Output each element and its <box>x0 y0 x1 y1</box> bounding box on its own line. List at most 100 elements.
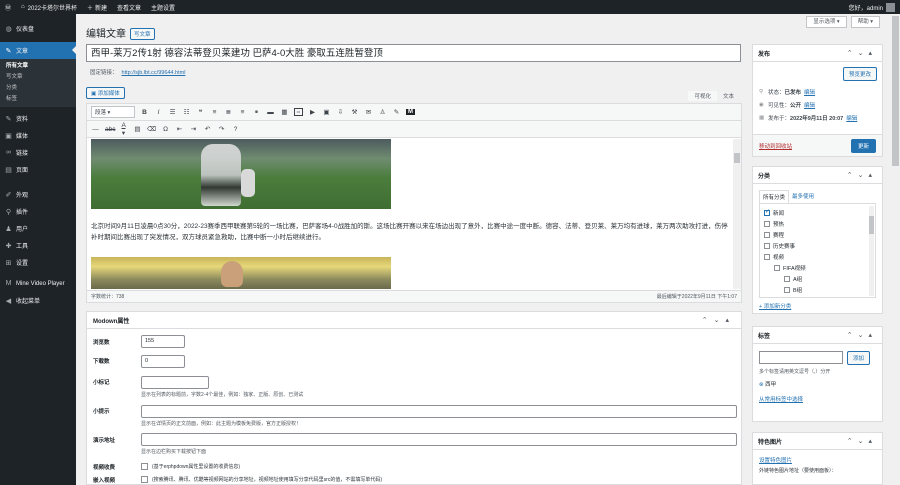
badge-input[interactable] <box>141 376 209 389</box>
move-arrows-icon[interactable]: ⌃⌄▴ <box>702 316 735 324</box>
tags-header[interactable]: 标签 ⌃⌄▴ <box>753 327 882 344</box>
menu-posts[interactable]: ✎ 文章 <box>0 42 76 59</box>
pin-icon[interactable]: ✎ <box>392 108 401 116</box>
checkbox[interactable] <box>764 253 770 260</box>
submenu-tags[interactable]: 标签 <box>0 94 76 105</box>
checkbox[interactable] <box>764 242 770 249</box>
new-content-link[interactable]: ＋新建 <box>82 0 112 14</box>
choose-tags-link[interactable]: 从常用标签中选择 <box>759 397 803 403</box>
tab-popular-categories[interactable]: 最多使用 <box>789 190 817 203</box>
checkbox[interactable] <box>764 231 770 238</box>
hr-icon[interactable]: — <box>91 126 100 133</box>
paste-text-icon[interactable]: ▤ <box>133 125 142 133</box>
page-scrollbar[interactable] <box>891 14 900 485</box>
menu-appearance[interactable]: ✐ 外观 <box>0 186 76 203</box>
checkbox[interactable] <box>784 286 790 293</box>
menu-pages[interactable]: ▤ 页面 <box>0 161 76 178</box>
download-icon[interactable]: ⇩ <box>336 108 345 116</box>
checkbox-checked[interactable] <box>764 208 770 216</box>
bullet-list-icon[interactable]: ☰ <box>168 108 177 116</box>
permalink-url[interactable]: http://sjb.lbt.cc/99644.html <box>122 70 186 76</box>
menu-resources[interactable]: ✎ 资料 <box>0 110 76 127</box>
demo-input[interactable] <box>141 433 737 446</box>
checkbox[interactable] <box>784 275 790 282</box>
screen-options-button[interactable]: 显示选项 ▾ <box>806 16 847 28</box>
checkbox[interactable] <box>141 463 148 471</box>
category-item[interactable]: FIFA视频 <box>764 262 871 273</box>
preview-changes-button[interactable]: 预览更改 <box>842 67 877 81</box>
format-select[interactable]: 段落 ▾ <box>91 106 135 118</box>
scrollbar-thumb[interactable] <box>892 16 899 166</box>
post-image-2[interactable] <box>91 257 391 289</box>
video-fee-row[interactable]: (基于erphpdown属性里设置的收费信息) <box>141 463 240 471</box>
wordpress-icon[interactable]: Ⓦ <box>0 0 16 14</box>
checkbox[interactable] <box>774 264 780 271</box>
tab-text[interactable]: 文本 <box>717 91 740 101</box>
tip-input[interactable] <box>141 405 737 418</box>
edit-date-link[interactable]: 编辑 <box>846 114 857 122</box>
text-color-icon[interactable]: A ▾ <box>119 122 128 137</box>
help-button[interactable]: 帮助 ▾ <box>850 16 880 28</box>
tab-all-categories[interactable]: 所有分类 <box>759 190 790 203</box>
scrollbar-thumb[interactable] <box>869 216 874 234</box>
submenu-all-posts[interactable]: 所有文章 <box>0 61 76 72</box>
checkbox[interactable] <box>141 476 148 484</box>
move-arrows-icon[interactable]: ⌃⌄▴ <box>847 437 877 445</box>
embed-video-row[interactable]: (搜索腾讯、腾讯、优酷等视频网站的分享地址，视频地址使用填写分享代码里src的值… <box>141 476 382 484</box>
hammer-icon[interactable]: ⚒ <box>350 108 359 116</box>
italic-icon[interactable]: I <box>154 109 163 116</box>
post-image-1[interactable] <box>91 139 391 209</box>
trash-link[interactable]: 移动到回收站 <box>759 142 792 150</box>
modown-icon[interactable]: M <box>406 109 415 115</box>
views-input[interactable]: 155 <box>141 335 185 348</box>
category-item[interactable]: 视频 <box>764 251 871 262</box>
category-item[interactable]: A组 <box>764 273 871 284</box>
scrollbar-thumb[interactable] <box>734 153 740 163</box>
menu-tools[interactable]: ✚ 工具 <box>0 237 76 254</box>
align-right-icon[interactable]: ≡ <box>238 109 247 116</box>
indent-icon[interactable]: ⇥ <box>189 125 198 133</box>
menu-video-player[interactable]: M Mine Video Player <box>0 275 76 292</box>
bold-icon[interactable]: B <box>140 109 149 116</box>
menu-users[interactable]: ♟ 用户 <box>0 220 76 237</box>
align-center-icon[interactable]: ≣ <box>224 108 233 116</box>
add-tag-button[interactable]: 添加 <box>847 351 871 365</box>
outdent-icon[interactable]: ⇤ <box>175 125 184 133</box>
account-menu[interactable]: 您好，admin <box>844 0 900 14</box>
video-icon[interactable]: ▶ <box>308 108 317 116</box>
tag-input[interactable] <box>759 351 843 364</box>
undo-icon[interactable]: ↶ <box>203 125 212 133</box>
post-title-input[interactable]: 西甲-莱万2传1射 德容法蒂登贝莱建功 巴萨4-0大胜 豪取五连胜暂登顶 <box>86 44 741 62</box>
redo-icon[interactable]: ↷ <box>217 125 226 133</box>
move-arrows-icon[interactable]: ⌃⌄▴ <box>847 49 877 57</box>
category-item[interactable]: 预热 <box>764 218 871 229</box>
category-item[interactable]: 新闻 <box>764 207 871 218</box>
site-name-link[interactable]: ⌂ 2022卡塔尔世界杯 <box>16 0 82 14</box>
edit-status-link[interactable]: 编辑 <box>804 88 815 96</box>
edit-visibility-link[interactable]: 编辑 <box>804 101 815 109</box>
downloads-input[interactable]: 0 <box>141 355 185 368</box>
update-button[interactable]: 更新 <box>850 138 876 153</box>
submenu-categories[interactable]: 分类 <box>0 83 76 94</box>
number-list-icon[interactable]: ☷ <box>182 108 191 116</box>
categories-header[interactable]: 分类 ⌃⌄▴ <box>753 167 882 184</box>
submenu-new-post[interactable]: 写文章 <box>0 72 76 83</box>
add-media-button[interactable]: ▣ 添加媒体 <box>86 87 125 99</box>
strikethrough-icon[interactable]: abc <box>105 126 115 133</box>
theme-settings-link[interactable]: 主题设置 <box>146 0 180 14</box>
featured-image-header[interactable]: 特色图片 ⌃⌄▴ <box>753 433 882 450</box>
editor-scrollbar[interactable] <box>733 139 741 289</box>
link-icon[interactable]: ⚭ <box>252 108 261 116</box>
align-left-icon[interactable]: ≡ <box>210 109 219 116</box>
category-item[interactable]: 赛程 <box>764 229 871 240</box>
menu-links[interactable]: ∞ 链接 <box>0 144 76 161</box>
category-scrollbar[interactable] <box>869 206 874 296</box>
clear-format-icon[interactable]: ⌫ <box>147 125 156 133</box>
table-icon[interactable]: ▦ <box>280 108 289 116</box>
menu-dashboard[interactable]: ◍ 仪表盘 <box>0 20 76 37</box>
blockquote-icon[interactable]: ❝ <box>196 108 205 116</box>
write-post-button[interactable]: 写文章 <box>130 28 155 41</box>
modown-header[interactable]: Modown属性 ⌃⌄▴ <box>87 312 741 329</box>
category-item[interactable]: B组 <box>764 284 871 295</box>
category-item[interactable]: 历史赛事 <box>764 240 871 251</box>
